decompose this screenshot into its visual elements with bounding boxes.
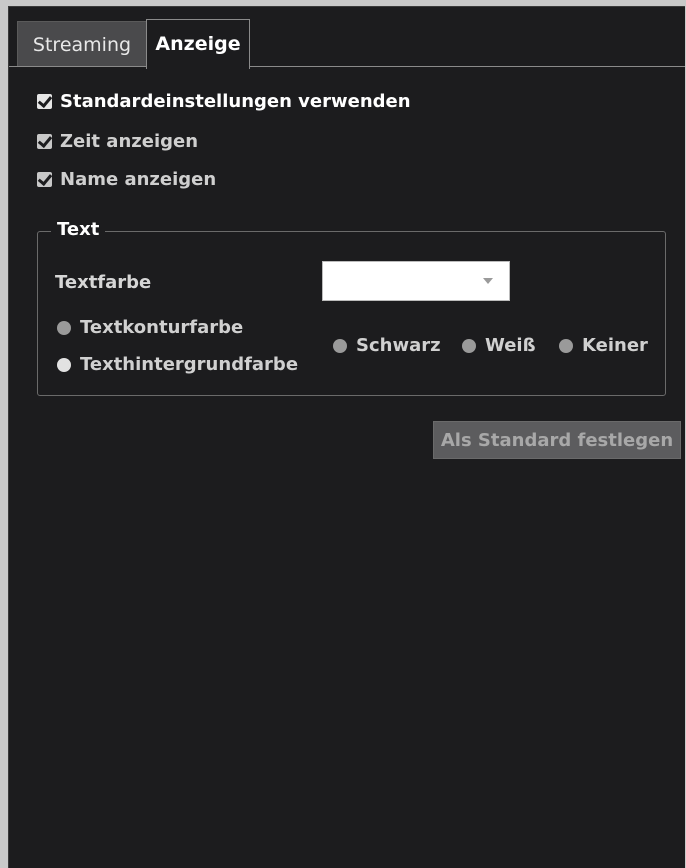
tab-divider xyxy=(9,66,146,67)
set-default-button[interactable]: Als Standard festlegen xyxy=(433,421,681,459)
radio-label: Weiß xyxy=(485,335,536,356)
checkbox-label: Name anzeigen xyxy=(60,168,217,190)
checkbox-label: Zeit anzeigen xyxy=(60,130,199,152)
checkbox-checked-icon[interactable] xyxy=(37,171,52,187)
show-time-checkbox[interactable]: Zeit anzeigen xyxy=(37,129,198,153)
textfarbe-label: Textfarbe xyxy=(55,272,152,293)
radio-icon[interactable] xyxy=(57,320,71,335)
radio-icon[interactable] xyxy=(559,338,573,353)
tab-anzeige[interactable]: Anzeige xyxy=(146,19,250,69)
radio-label: Schwarz xyxy=(356,335,441,356)
settings-panel: Streaming Anzeige Standardeinstellungen … xyxy=(8,6,685,868)
radio-keiner[interactable]: Keiner xyxy=(559,335,648,356)
use-defaults-checkbox[interactable]: Standardeinstellungen verwenden xyxy=(37,89,411,113)
tab-bar: Streaming Anzeige xyxy=(9,7,685,69)
chevron-down-icon[interactable] xyxy=(483,278,493,284)
radio-label: Keiner xyxy=(582,335,648,356)
textfarbe-select[interactable] xyxy=(322,261,510,301)
checkbox-checked-icon[interactable] xyxy=(37,133,52,149)
radio-selected-icon[interactable] xyxy=(57,357,71,372)
radio-weiss[interactable]: Weiß xyxy=(462,335,536,356)
text-group-legend: Text xyxy=(51,219,106,240)
radio-textkonturfarbe[interactable]: Textkonturfarbe xyxy=(57,317,243,338)
radio-icon[interactable] xyxy=(462,338,476,353)
tab-divider xyxy=(250,66,685,67)
radio-schwarz[interactable]: Schwarz xyxy=(333,335,441,356)
checkbox-checked-icon[interactable] xyxy=(37,93,52,109)
radio-texthintergrundfarbe[interactable]: Texthintergrundfarbe xyxy=(57,354,298,375)
radio-label: Textkonturfarbe xyxy=(80,317,244,338)
radio-label: Texthintergrundfarbe xyxy=(80,354,299,375)
tab-streaming[interactable]: Streaming xyxy=(17,21,147,67)
checkbox-label: Standardeinstellungen verwenden xyxy=(60,90,411,112)
show-name-checkbox[interactable]: Name anzeigen xyxy=(37,167,216,191)
radio-icon[interactable] xyxy=(333,338,347,353)
